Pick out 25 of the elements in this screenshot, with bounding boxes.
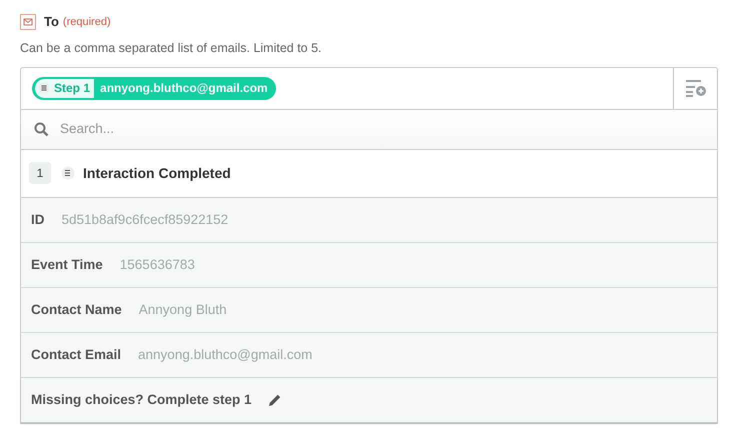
choice-item[interactable]: Event Time 1565636783 bbox=[21, 242, 717, 288]
field-label: To bbox=[44, 13, 59, 32]
step-number: 1 bbox=[29, 162, 51, 184]
search-icon bbox=[34, 122, 49, 137]
choice-label: ID bbox=[31, 210, 44, 229]
step-label: Step 1 bbox=[54, 80, 90, 98]
app-icon bbox=[61, 166, 75, 180]
choice-label: Event Time bbox=[31, 256, 103, 274]
app-icon bbox=[38, 82, 50, 94]
step-title: Interaction Completed bbox=[83, 164, 231, 183]
pencil-icon[interactable] bbox=[268, 392, 282, 407]
choice-item[interactable]: Contact Name Annyong Bluth bbox=[21, 288, 717, 333]
choice-value: 1565636783 bbox=[120, 256, 195, 274]
envelope-icon bbox=[20, 14, 36, 30]
choice-label: Contact Email bbox=[31, 346, 122, 364]
missing-choices-text: Missing choices? Complete step 1 bbox=[31, 390, 252, 409]
required-note: (required) bbox=[62, 14, 111, 30]
choice-item[interactable]: ID 5d51b8af9c6fcecf85922152 bbox=[21, 198, 717, 243]
choice-value: Annyong Bluth bbox=[138, 300, 227, 319]
help-text: Can be a comma separated list of emails. Limited to 5. bbox=[20, 40, 323, 57]
choice-value: annyong.bluthco@gmail.com bbox=[138, 346, 312, 364]
token-value: annyong.bluthco@gmail.com bbox=[100, 80, 268, 98]
choice-label: Contact Name bbox=[31, 300, 122, 319]
list-add-icon bbox=[684, 79, 706, 98]
choice-value: 5d51b8af9c6fcecf85922152 bbox=[62, 210, 228, 229]
